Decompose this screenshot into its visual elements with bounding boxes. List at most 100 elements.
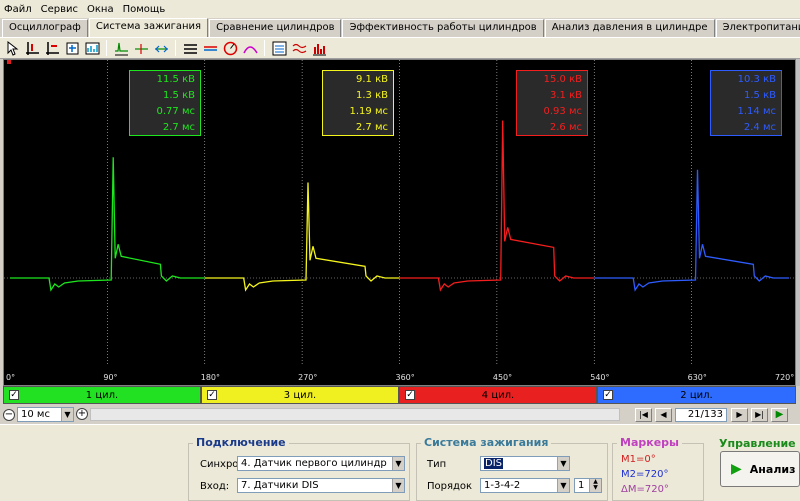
cylinder-3-info: 9.1 кВ 1.3 кВ 1.19 мс 2.7 мс <box>322 70 394 136</box>
analyze-button[interactable]: ▶ Анализ <box>720 451 800 487</box>
order-value: 1-3-4-2 <box>484 480 521 491</box>
cyl4-burn-voltage: 3.1 кВ <box>550 90 582 101</box>
tab-cylinder-pressure[interactable]: Анализ давления в цилиндре <box>544 19 715 37</box>
next-page-button[interactable]: ▶ <box>731 408 748 422</box>
chevron-down-icon: ▼ <box>392 479 404 492</box>
markers-title: Маркеры <box>617 436 682 449</box>
menu-windows[interactable]: Окна <box>87 4 114 15</box>
tab-cylinder-efficiency[interactable]: Эффективность работы цилиндров <box>342 19 544 37</box>
waveform-trace <box>594 169 789 292</box>
first-cylinder-value: 1 <box>578 480 585 491</box>
cylinder-3-checkbox[interactable]: ✓ <box>207 390 217 400</box>
x-tick-label: 540° <box>590 373 609 382</box>
tab-power-supply[interactable]: Электропитание <box>715 19 800 37</box>
chevron-down-icon: ▼ <box>557 457 569 470</box>
waveform-icon[interactable] <box>290 39 308 57</box>
cylinder-1-checkbox[interactable]: ✓ <box>9 390 19 400</box>
cyl3-burn-voltage: 1.3 кВ <box>356 90 388 101</box>
cylinder-selector-bar: ✓ 1 цил. ✓ 3 цил. ✓ 4 цил. ✓ 2 цил. <box>3 386 796 404</box>
parade-icon[interactable] <box>241 39 259 57</box>
zoom-fit-icon[interactable] <box>63 39 81 57</box>
x-tick-label: 270° <box>298 373 317 382</box>
cyl2-peak-voltage: 10.3 кВ <box>737 74 776 85</box>
input-select[interactable]: 7. Датчики DIS ▼ <box>237 478 405 493</box>
type-select[interactable]: DIS ▼ <box>480 456 570 471</box>
analyze-label: Анализ <box>749 462 796 476</box>
histogram-icon[interactable] <box>310 39 328 57</box>
connection-title: Подключение <box>193 436 289 449</box>
timebase-value: 10 мс <box>21 409 50 420</box>
level-marker-icon[interactable] <box>43 39 61 57</box>
x-tick-label: 0° <box>6 373 15 382</box>
prev-page-button[interactable]: ◀ <box>655 408 672 422</box>
zoom-in-button[interactable]: + <box>76 408 88 420</box>
cylinder-3-toggle[interactable]: ✓ 3 цил. <box>201 386 399 404</box>
x-tick-label: 180° <box>201 373 220 382</box>
cyl1-dwell-time: 2.7 мс <box>162 122 195 133</box>
cylinder-4-checkbox[interactable]: ✓ <box>405 390 415 400</box>
cursor-marker-icon[interactable] <box>23 39 41 57</box>
tab-oscilloscope[interactable]: Осциллограф <box>2 19 88 37</box>
lines-icon[interactable] <box>181 39 199 57</box>
toolbar-separator <box>106 40 107 56</box>
cyl2-dwell-time: 2.4 мс <box>743 122 776 133</box>
cyl4-peak-voltage: 15.0 кВ <box>543 74 582 85</box>
toolbar <box>0 37 800 59</box>
cylinder-2-checkbox[interactable]: ✓ <box>603 390 613 400</box>
input-value: 7. Датчики DIS <box>241 480 319 491</box>
cylinder-2-label: 2 цил. <box>680 389 713 401</box>
type-label: Тип <box>427 459 447 470</box>
cylinder-2-toggle[interactable]: ✓ 2 цил. <box>597 386 796 404</box>
order-select[interactable]: 1-3-4-2 ▼ <box>480 478 570 493</box>
select-arrow-icon[interactable] <box>3 39 21 57</box>
sync-select[interactable]: 4. Датчик первого цилиндр ▼ <box>237 456 405 471</box>
x-tick-label: 720° <box>775 373 794 382</box>
cyl2-burn-voltage: 1.5 кВ <box>744 90 776 101</box>
waveform-canvas: 0° 90° 180° 270° 360° 450° 540° 630° 720° <box>4 60 795 382</box>
cylinder-4-info: 15.0 кВ 3.1 кВ 0.93 мс 2.6 мс <box>516 70 588 136</box>
cylinder-2-info: 10.3 кВ 1.5 кВ 1.14 мс 2.4 мс <box>710 70 782 136</box>
marker-delta: ΔM=720° <box>621 484 669 495</box>
type-value: DIS <box>484 458 503 469</box>
menu-help[interactable]: Помощь <box>123 4 166 15</box>
cursors-icon[interactable] <box>132 39 150 57</box>
tab-cylinder-comparison[interactable]: Сравнение цилиндров <box>209 19 342 37</box>
spinner-arrows-icon[interactable]: ▲ ▼ <box>589 479 601 492</box>
chevron-down-icon: ▼ <box>392 457 404 470</box>
cylinder-3-label: 3 цил. <box>283 389 317 401</box>
last-page-button[interactable]: ▶| <box>751 408 768 422</box>
toolbar-separator <box>175 40 176 56</box>
polar-icon[interactable] <box>221 39 239 57</box>
cylinder-4-toggle[interactable]: ✓ 4 цил. <box>399 386 597 404</box>
menu-service[interactable]: Сервис <box>41 4 78 15</box>
timebase-select[interactable]: 10 мс ▼ <box>17 407 74 422</box>
start-marker <box>7 60 11 64</box>
x-tick-label: 450° <box>493 373 512 382</box>
cyl3-burn-time: 1.19 мс <box>349 106 389 117</box>
play-button[interactable]: ▶ <box>771 408 788 422</box>
play-icon: ▶ <box>731 461 742 477</box>
sync-value: 4. Датчик первого цилиндр <box>241 458 387 469</box>
bar-settings-icon[interactable] <box>83 39 101 57</box>
first-cylinder-spinner[interactable]: 1 ▲ ▼ <box>574 478 602 493</box>
horizontal-scrollbar[interactable] <box>90 408 620 421</box>
chevron-down-icon: ▼ <box>61 408 73 421</box>
menu-file[interactable]: Файл <box>4 4 32 15</box>
oscillogram-icon[interactable] <box>112 39 130 57</box>
cyl4-dwell-time: 2.6 мс <box>549 122 582 133</box>
cylinder-1-label: 1 цил. <box>85 389 119 401</box>
order-label: Порядок <box>427 481 473 492</box>
cylinder-1-toggle[interactable]: ✓ 1 цил. <box>3 386 201 404</box>
zoom-out-button[interactable]: − <box>3 408 15 421</box>
tab-ignition-system[interactable]: Система зажигания <box>88 18 209 37</box>
ignition-system-title: Система зажигания <box>421 436 552 449</box>
ignition-scope-display[interactable]: 0° 90° 180° 270° 360° 450° 540° 630° 720° 11.5 к… <box>3 59 796 386</box>
chevron-down-icon: ▼ <box>557 479 569 492</box>
cyl1-peak-voltage: 11.5 кВ <box>156 74 195 85</box>
raster-icon[interactable] <box>270 39 288 57</box>
shift-icon[interactable] <box>152 39 170 57</box>
superimpose-icon[interactable] <box>201 39 219 57</box>
navigation-row: − 10 мс ▼ + |◀ ◀ 21/133 ▶ ▶| ▶ <box>0 405 800 424</box>
first-page-button[interactable]: |◀ <box>635 408 652 422</box>
cyl3-dwell-time: 2.7 мс <box>355 122 388 133</box>
